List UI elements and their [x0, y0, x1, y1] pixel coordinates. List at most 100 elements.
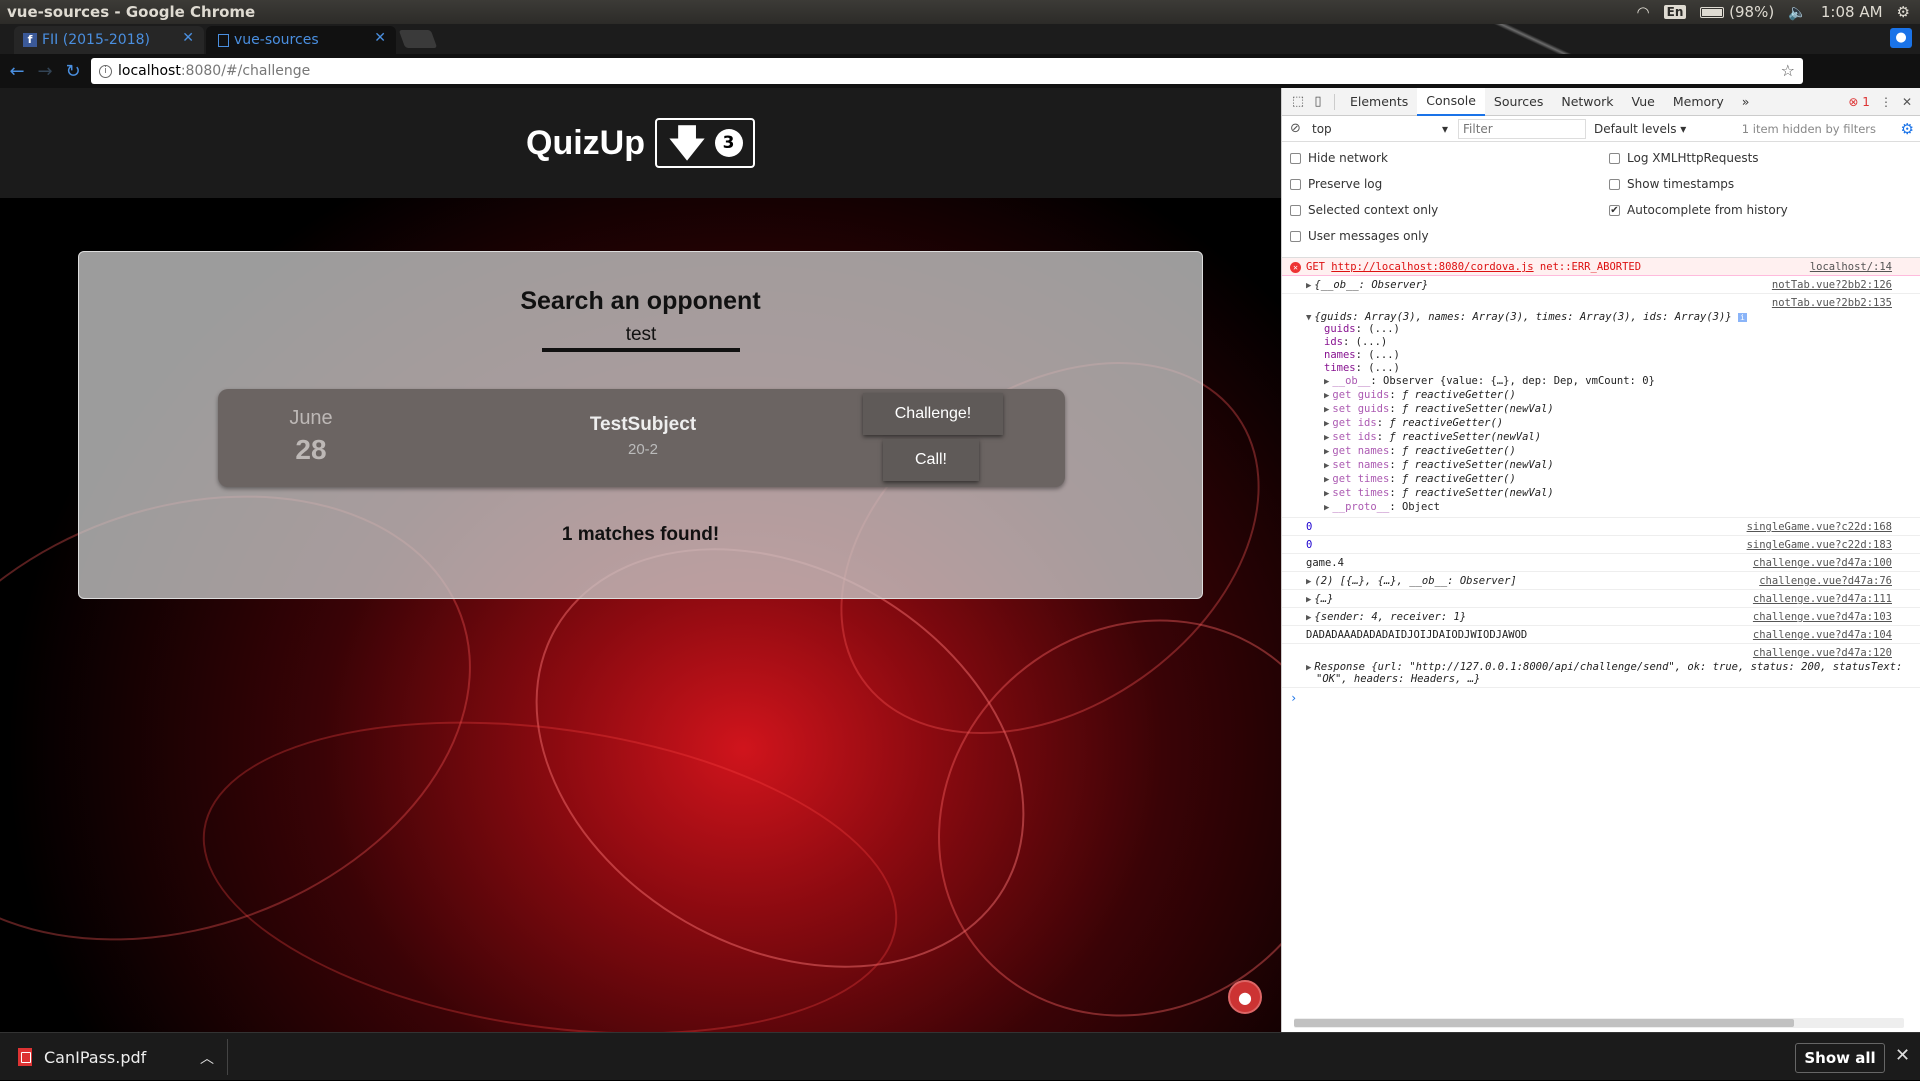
console-settings-gear-icon[interactable]: ⚙ — [1901, 120, 1914, 138]
console-prompt[interactable]: › — [1282, 688, 1920, 705]
forward-arrow-icon[interactable]: → — [34, 60, 56, 82]
source-link[interactable]: notTab.vue?2bb2:135 — [1772, 297, 1892, 309]
tab-elements[interactable]: Elements — [1341, 88, 1417, 116]
console-line[interactable]: ▶ {__ob__: Observer} notTab.vue?2bb2:126 — [1282, 276, 1920, 294]
collapse-triangle-icon[interactable]: ▼ — [1306, 313, 1311, 323]
devtools-menu-icon[interactable]: ⋮ — [1880, 95, 1892, 109]
source-link[interactable]: challenge.vue?d47a:104 — [1753, 629, 1892, 641]
source-link[interactable]: challenge.vue?d47a:76 — [1759, 575, 1892, 587]
more-tabs-chevron-icon[interactable]: » — [1733, 88, 1759, 116]
tab-memory[interactable]: Memory — [1664, 88, 1733, 116]
error-url-link[interactable]: http://localhost:8080/cordova.js — [1331, 261, 1533, 273]
battery-indicator[interactable]: (98%) — [1700, 3, 1774, 21]
inspect-element-icon[interactable]: ⬚ — [1288, 92, 1308, 112]
expand-triangle-icon[interactable]: ▶ — [1324, 475, 1329, 485]
property-row[interactable]: ▶ get names: ƒ reactiveGetter() — [1324, 445, 1770, 459]
expand-triangle-icon[interactable]: ▶ — [1324, 503, 1329, 513]
source-link[interactable]: singleGame.vue?c22d:168 — [1747, 521, 1892, 533]
property-row[interactable]: ▶ get ids: ƒ reactiveGetter() — [1324, 417, 1770, 431]
expand-triangle-icon[interactable]: ▶ — [1324, 391, 1329, 401]
close-icon[interactable]: ✕ — [1895, 1045, 1910, 1066]
expand-triangle-icon[interactable]: ▶ — [1306, 595, 1311, 605]
source-link[interactable]: localhost/:14 — [1810, 261, 1892, 273]
horizontal-scrollbar[interactable] — [1294, 1018, 1904, 1028]
expand-triangle-icon[interactable]: ▶ — [1324, 447, 1329, 457]
log-xhr-checkbox[interactable]: Log XMLHttpRequests — [1609, 151, 1759, 165]
property-row[interactable]: ▶ set guids: ƒ reactiveSetter(newVal) — [1324, 403, 1770, 417]
brand-title[interactable]: QuizUp — [526, 124, 645, 163]
new-tab-button[interactable] — [398, 30, 438, 48]
tab-vue-sources[interactable]: vue-sources ✕ — [206, 26, 396, 54]
source-link[interactable]: challenge.vue?d47a:120 — [1753, 647, 1892, 659]
close-icon[interactable]: ✕ — [374, 30, 386, 46]
address-bar[interactable]: i localhost:8080/#/challenge ☆ — [91, 58, 1803, 84]
expand-triangle-icon[interactable]: ▶ — [1324, 433, 1329, 443]
tab-network[interactable]: Network — [1552, 88, 1622, 116]
property-row[interactable]: ▶ set names: ƒ reactiveSetter(newVal) — [1324, 459, 1770, 473]
expand-triangle-icon[interactable]: ▶ — [1324, 461, 1329, 471]
device-toolbar-icon[interactable]: ▯ — [1308, 92, 1328, 112]
clear-console-icon[interactable]: ⊘ — [1290, 121, 1301, 136]
console-filter-input[interactable] — [1458, 118, 1586, 139]
tab-vue[interactable]: Vue — [1623, 88, 1664, 116]
preserve-log-checkbox[interactable]: Preserve log — [1290, 177, 1382, 191]
info-badge-icon[interactable]: i — [1737, 313, 1747, 322]
volume-icon[interactable]: 🔈 — [1788, 3, 1807, 21]
property-row[interactable]: ▶ set ids: ƒ reactiveSetter(newVal) — [1324, 431, 1770, 445]
tab-sources[interactable]: Sources — [1485, 88, 1552, 116]
property-row[interactable]: ▶ __proto__: Object — [1324, 501, 1770, 515]
close-devtools-icon[interactable]: ✕ — [1902, 95, 1912, 109]
property-row[interactable]: ▶ get guids: ƒ reactiveGetter() — [1324, 389, 1770, 403]
selected-context-checkbox[interactable]: Selected context only — [1290, 203, 1438, 217]
profile-icon[interactable]: ● — [1890, 28, 1912, 48]
console-line[interactable]: ▶ {sender: 4, receiver: 1} challenge.vue?d… — [1282, 608, 1920, 626]
bookmark-star-icon[interactable]: ☆ — [1781, 61, 1795, 80]
opponent-search-input[interactable] — [542, 322, 740, 352]
hide-network-checkbox[interactable]: Hide network — [1290, 151, 1388, 165]
expand-triangle-icon[interactable]: ▶ — [1306, 613, 1311, 623]
expand-triangle-icon[interactable]: ▶ — [1306, 663, 1311, 673]
property-value[interactable]: (...) — [1356, 336, 1388, 348]
property-row[interactable]: ▶ __ob__: Observer {value: {…}, dep: Dep,… — [1324, 375, 1770, 389]
error-count-badge[interactable]: ⊗ 1 — [1848, 95, 1870, 109]
source-link[interactable]: challenge.vue?d47a:111 — [1753, 593, 1892, 605]
download-item[interactable]: CanIPass.pdf — [18, 1033, 146, 1081]
scrollbar-thumb[interactable] — [1294, 1019, 1794, 1027]
close-icon[interactable]: ✕ — [182, 30, 194, 46]
console-line[interactable]: ▶ {…} challenge.vue?d47a:111 — [1282, 590, 1920, 608]
source-link[interactable]: singleGame.vue?c22d:183 — [1747, 539, 1892, 551]
autocomplete-checkbox[interactable]: ✔ Autocomplete from history — [1609, 203, 1788, 217]
tab-fii[interactable]: f FII (2015-2018) ✕ — [14, 26, 204, 54]
source-link[interactable]: challenge.vue?d47a:100 — [1753, 557, 1892, 569]
console-line[interactable]: ▶ (2) [{…}, {…}, __ob__: Observer] challen… — [1282, 572, 1920, 590]
info-icon[interactable]: i — [99, 64, 112, 78]
call-button[interactable]: Call! — [883, 439, 979, 481]
expand-triangle-icon[interactable]: ▶ — [1324, 405, 1329, 415]
floating-action-button[interactable]: ● — [1228, 980, 1262, 1014]
expand-triangle-icon[interactable]: ▶ — [1306, 577, 1311, 587]
show-all-button[interactable]: Show all — [1795, 1043, 1885, 1073]
property-value[interactable]: (...) — [1368, 362, 1400, 374]
show-timestamps-checkbox[interactable]: Show timestamps — [1609, 177, 1734, 191]
chevron-up-icon[interactable]: ︿ — [200, 1048, 214, 1068]
back-arrow-icon[interactable]: ← — [6, 60, 28, 82]
log-levels-dropdown[interactable]: Default levels ▾ — [1594, 122, 1686, 136]
property-value[interactable]: (...) — [1368, 323, 1400, 335]
user-messages-checkbox[interactable]: User messages only — [1290, 229, 1429, 243]
expand-triangle-icon[interactable]: ▶ — [1306, 281, 1311, 291]
expand-triangle-icon[interactable]: ▶ — [1324, 377, 1329, 387]
clock[interactable]: 1:08 AM — [1821, 3, 1883, 21]
notifications-button[interactable]: 🡇 3 — [654, 118, 755, 168]
property-row[interactable]: ▶ set times: ƒ reactiveSetter(newVal) — [1324, 487, 1770, 501]
keyboard-layout-indicator[interactable]: En — [1663, 5, 1687, 19]
wifi-icon[interactable]: ◠ — [1637, 3, 1650, 21]
console-response-line[interactable]: challenge.vue?d47a:120 ▶ Response {url: "… — [1282, 644, 1920, 688]
settings-gear-icon[interactable]: ⚙ — [1897, 3, 1910, 21]
expand-triangle-icon[interactable]: ▶ — [1324, 489, 1329, 499]
context-selector[interactable]: top ▾ — [1312, 120, 1452, 138]
property-row[interactable]: ▶ get times: ƒ reactiveGetter() — [1324, 473, 1770, 487]
source-link[interactable]: notTab.vue?2bb2:126 — [1772, 279, 1892, 291]
object-head[interactable]: ▼ {guids: Array(3), names: Array(3), time… — [1306, 311, 1770, 323]
tab-console[interactable]: Console — [1417, 87, 1485, 116]
challenge-button[interactable]: Challenge! — [863, 393, 1003, 435]
